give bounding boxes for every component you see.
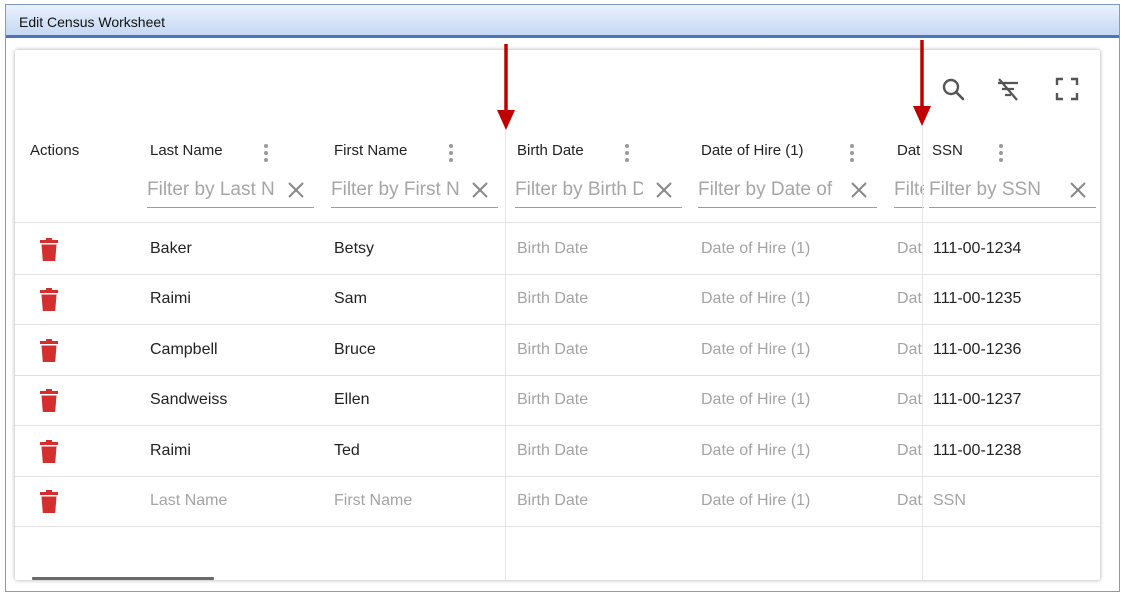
cell-truncated[interactable]: Dat: [897, 290, 922, 308]
cell-truncated[interactable]: Dat: [897, 391, 922, 409]
ssn-filter-input[interactable]: [929, 176, 1057, 204]
clear-date-of-hire-filter-icon[interactable]: [849, 180, 869, 200]
column-header-date-of-hire[interactable]: Date of Hire (1): [701, 142, 804, 159]
cell-ssn[interactable]: SSN: [933, 492, 966, 510]
delete-row-icon[interactable]: [40, 440, 58, 464]
search-icon[interactable]: [940, 76, 966, 102]
clear-birth-date-filter-icon[interactable]: [654, 180, 674, 200]
cell-truncated[interactable]: Dat: [897, 442, 922, 460]
birth-date-filter: [515, 174, 682, 208]
cell-ssn[interactable]: 111-00-1234: [933, 240, 1021, 258]
cell-ssn[interactable]: 111-00-1236: [933, 341, 1021, 359]
last-name-filter: [147, 174, 314, 208]
census-grid: Actions Last Name First Name Birth Date …: [15, 50, 1100, 580]
cell-date-of-hire[interactable]: Date of Hire (1): [701, 442, 810, 460]
column-header-last-name[interactable]: Last Name: [150, 142, 223, 159]
ssn-filter: [929, 174, 1096, 208]
delete-row-icon[interactable]: [40, 288, 58, 312]
cell-first-name[interactable]: Ted: [334, 442, 360, 460]
date-of-hire-filter: [698, 174, 877, 208]
cell-date-of-hire[interactable]: Date of Hire (1): [701, 341, 810, 359]
cell-birth-date[interactable]: Birth Date: [517, 341, 588, 359]
date-of-hire-column-menu-icon[interactable]: [848, 144, 856, 164]
cell-truncated[interactable]: Dat: [897, 240, 922, 258]
filter-off-icon[interactable]: [995, 76, 1021, 102]
clear-last-name-filter-icon[interactable]: [286, 180, 306, 200]
cell-first-name[interactable]: Bruce: [334, 341, 376, 359]
last-name-column-menu-icon[interactable]: [262, 144, 270, 164]
row-divider: [15, 526, 1100, 527]
last-name-filter-input[interactable]: [147, 176, 275, 204]
row-divider: [15, 375, 1100, 376]
cell-last-name[interactable]: Raimi: [150, 442, 191, 460]
birth-date-column-menu-icon[interactable]: [623, 144, 631, 164]
annotation-arrow: [497, 44, 515, 130]
cell-first-name[interactable]: Sam: [334, 290, 367, 308]
title-bar: Edit Census Worksheet: [6, 5, 1119, 38]
cell-ssn[interactable]: 111-00-1238: [933, 442, 1021, 460]
cell-first-name[interactable]: Ellen: [334, 391, 370, 409]
cell-date-of-hire[interactable]: Date of Hire (1): [701, 391, 810, 409]
cell-last-name[interactable]: Last Name: [150, 492, 227, 510]
date-of-hire-filter-input[interactable]: [698, 176, 836, 204]
row-divider: [15, 274, 1100, 275]
cell-ssn[interactable]: 111-00-1237: [933, 391, 1021, 409]
delete-row-icon[interactable]: [40, 389, 58, 413]
cell-date-of-hire[interactable]: Date of Hire (1): [701, 240, 810, 258]
cell-first-name[interactable]: First Name: [334, 492, 412, 510]
delete-row-icon[interactable]: [40, 238, 58, 262]
cell-birth-date[interactable]: Birth Date: [517, 442, 588, 460]
clear-ssn-filter-icon[interactable]: [1068, 180, 1088, 200]
cell-birth-date[interactable]: Birth Date: [517, 492, 588, 510]
row-divider: [15, 425, 1100, 426]
column-header-first-name[interactable]: First Name: [334, 142, 407, 159]
cell-truncated[interactable]: Dat: [897, 341, 922, 359]
birth-date-filter-input[interactable]: [515, 176, 643, 204]
cell-date-of-hire[interactable]: Date of Hire (1): [701, 492, 810, 510]
column-header-actions: Actions: [30, 142, 80, 159]
row-divider: [15, 476, 1100, 477]
cell-last-name[interactable]: Baker: [150, 240, 192, 258]
first-name-filter: [331, 174, 498, 208]
clear-first-name-filter-icon[interactable]: [470, 180, 490, 200]
ssn-column-menu-icon[interactable]: [997, 144, 1005, 164]
first-name-column-menu-icon[interactable]: [447, 144, 455, 164]
cell-truncated[interactable]: Dat: [897, 492, 922, 510]
cell-birth-date[interactable]: Birth Date: [517, 240, 588, 258]
column-header-birth-date[interactable]: Birth Date: [517, 142, 584, 159]
fullscreen-icon[interactable]: [1054, 76, 1080, 102]
truncated-column-filter-input[interactable]: [894, 176, 924, 204]
row-divider: [15, 324, 1100, 325]
cell-first-name[interactable]: Betsy: [334, 240, 374, 258]
header-divider: [15, 222, 1100, 223]
cell-last-name[interactable]: Sandweiss: [150, 391, 227, 409]
horizontal-scrollbar[interactable]: [32, 577, 214, 580]
truncated-column-filter: [894, 174, 924, 208]
window-title: Edit Census Worksheet: [19, 14, 166, 30]
cell-date-of-hire[interactable]: Date of Hire (1): [701, 290, 810, 308]
cell-last-name[interactable]: Campbell: [150, 341, 218, 359]
first-name-filter-input[interactable]: [331, 176, 459, 204]
cell-birth-date[interactable]: Birth Date: [517, 290, 588, 308]
cell-birth-date[interactable]: Birth Date: [517, 391, 588, 409]
delete-row-icon[interactable]: [40, 339, 58, 363]
annotation-arrow: [913, 40, 931, 126]
delete-row-icon[interactable]: [40, 490, 58, 514]
column-separator: [922, 50, 923, 580]
cell-last-name[interactable]: Raimi: [150, 290, 191, 308]
cell-ssn[interactable]: 111-00-1235: [933, 290, 1021, 308]
column-header-ssn[interactable]: SSN: [932, 142, 963, 159]
column-header-truncated[interactable]: Dat: [897, 142, 923, 159]
